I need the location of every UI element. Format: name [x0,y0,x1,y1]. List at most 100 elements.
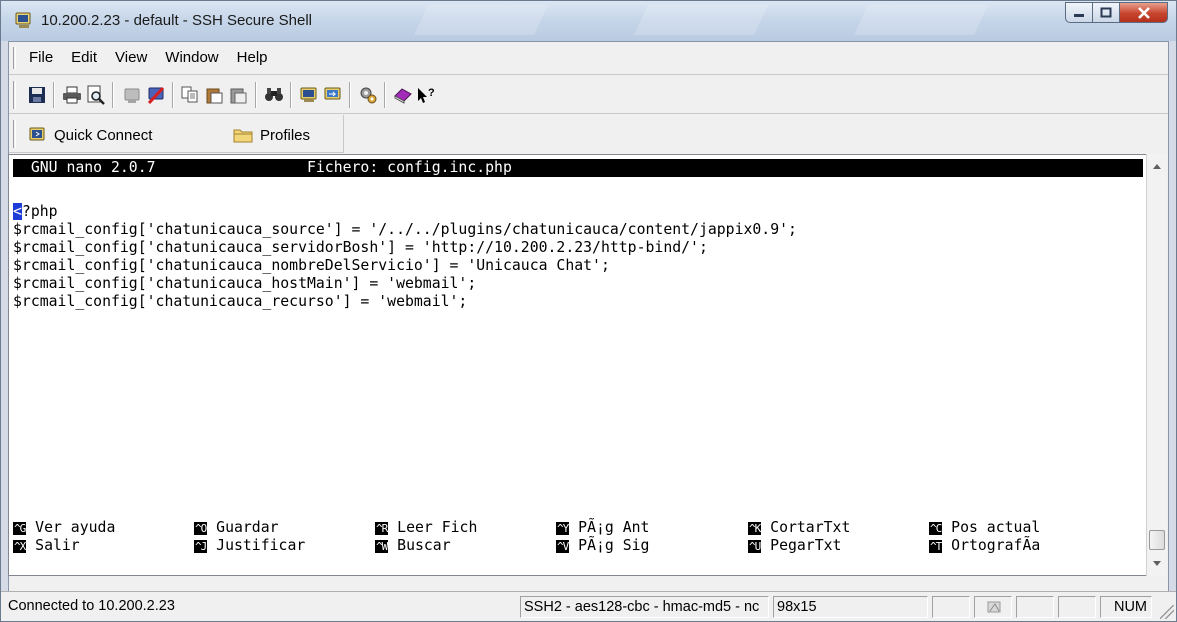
shortcut-key: ^J [194,540,207,553]
status-bar: Connected to 10.200.2.23 SSH2 - aes128-c… [1,591,1176,621]
connection-status: Connected to 10.200.2.23 [8,598,175,614]
nano-shortcut: ^X Salir [13,537,80,555]
toolbar-separator [172,82,174,108]
menu-help[interactable]: Help [237,49,268,66]
quick-connect-button[interactable]: Quick Connect [29,124,152,146]
profiles-label: Profiles [260,126,311,144]
shortcut-label: PÃ¡g Sig [578,537,650,554]
title-bar-decoration [414,5,548,35]
nano-shortcut: ^Y PÃ¡g Ant [556,519,649,537]
new-file-transfer-button[interactable] [322,84,344,106]
shortcut-label: CortarTxt [770,519,851,536]
quick-connect-bar: Quick Connect Profiles [9,115,344,153]
terminal-line: $rcmail_config['chatunicauca_source'] = … [13,221,797,238]
terminal-cursor: < [13,203,22,220]
paste-icon [206,88,223,104]
scroll-down-arrow-icon[interactable] [1153,561,1161,566]
quick-connect-icon [29,127,45,141]
shortcut-label: Salir [35,537,80,554]
toolbar-separator [53,82,55,108]
help-book-icon [394,88,412,104]
nano-shortcut: ^R Leer Fich [375,519,477,537]
ssh-terminal-app-icon [15,12,31,28]
maximize-button[interactable] [1093,2,1120,23]
shortcut-label: Justificar [216,537,306,554]
window-controls [1065,2,1168,24]
paste-button[interactable] [204,84,226,106]
status-cell-empty [1016,596,1054,618]
menu-file[interactable]: File [29,49,53,66]
nano-shortcut: ^U PegarTxt [748,537,841,555]
nano-shortcut: ^T OrtografÃ­a [929,537,1040,555]
shortcut-key: ^X [13,540,26,553]
menu-bar: File Edit View Window Help [9,42,1168,75]
shortcut-key: ^W [375,540,388,553]
title-bar[interactable]: 10.200.2.23 - default - SSH Secure Shell [1,1,1176,41]
terminal-line: $rcmail_config['chatunicauca_hostMain'] … [13,275,477,292]
nano-shortcut: ^G Ver ayuda [13,519,115,537]
paste-special-icon [230,88,247,104]
shortcut-key: ^Y [556,522,569,535]
settings-icon [360,87,377,104]
menu-bar-grip[interactable] [13,47,16,69]
scrollbar-thumb[interactable] [1149,530,1165,550]
find-button[interactable] [263,84,285,106]
toolbar-separator [255,82,257,108]
new-terminal-button[interactable] [298,84,320,106]
toolbar-grip[interactable] [13,81,16,109]
disconnect-button[interactable] [145,84,167,106]
menu-window[interactable]: Window [165,49,218,66]
shortcut-label: Guardar [216,519,279,536]
shortcut-key: ^C [929,522,942,535]
ssh-window: 10.200.2.23 - default - SSH Secure Shell… [0,0,1177,622]
nano-shortcut: ^W Buscar [375,537,451,555]
save-icon [29,87,45,103]
new-terminal-icon [300,87,317,102]
copy-button[interactable] [180,84,202,106]
terminal-size-status: 98x15 [773,596,928,618]
shortcut-label: Leer Fich [397,519,478,536]
help-topics-button[interactable] [392,84,414,106]
terminal-line: <?php [13,203,58,221]
paste-special-button[interactable] [228,84,250,106]
shortcut-label: Pos actual [951,519,1041,536]
quick-bar-grip[interactable] [13,120,16,148]
context-help-button[interactable]: ? [416,84,438,106]
terminal-view[interactable]: GNU nano 2.0.7 Fichero: config.inc.php <… [8,154,1148,576]
settings-button[interactable] [357,84,379,106]
terminal-line: $rcmail_config['chatunicauca_recurso'] =… [13,293,468,310]
nano-shortcut: ^C Pos actual [929,519,1040,537]
num-lock-status: NUM [1100,596,1152,618]
print-button[interactable] [61,84,83,106]
print-preview-button[interactable] [85,84,107,106]
toolbar-separator [112,82,114,108]
shortcut-key: ^U [748,540,761,553]
menu-edit[interactable]: Edit [71,49,97,66]
nano-header: GNU nano 2.0.7 Fichero: config.inc.php [13,159,1143,177]
terminal-line: $rcmail_config['chatunicauca_nombreDelSe… [13,257,610,274]
shortcut-label: OrtografÃ­a [951,537,1041,554]
connect-button[interactable] [121,84,143,106]
minimize-icon [1074,13,1084,17]
toolbar-separator [349,82,351,108]
close-button[interactable] [1120,2,1168,23]
maximize-icon [1100,7,1112,18]
save-button[interactable] [26,84,48,106]
copy-icon [181,86,198,103]
minimize-button[interactable] [1065,2,1093,23]
scroll-up-arrow-icon[interactable] [1153,164,1161,169]
status-cell-empty [932,596,970,618]
print-icon [63,86,81,104]
profiles-button[interactable]: Profiles [233,124,310,146]
resize-grip[interactable] [1160,605,1174,619]
disconnect-icon [124,88,140,103]
menu-view[interactable]: View [115,49,147,66]
folder-icon [233,129,253,143]
status-cell-activity [974,596,1012,618]
terminal-scrollbar[interactable] [1146,154,1167,576]
shortcut-key: ^O [194,522,207,535]
toolbar-separator [290,82,292,108]
shortcut-key: ^V [556,540,569,553]
shortcut-key: ^R [375,522,388,535]
shortcut-label: Buscar [397,537,451,554]
